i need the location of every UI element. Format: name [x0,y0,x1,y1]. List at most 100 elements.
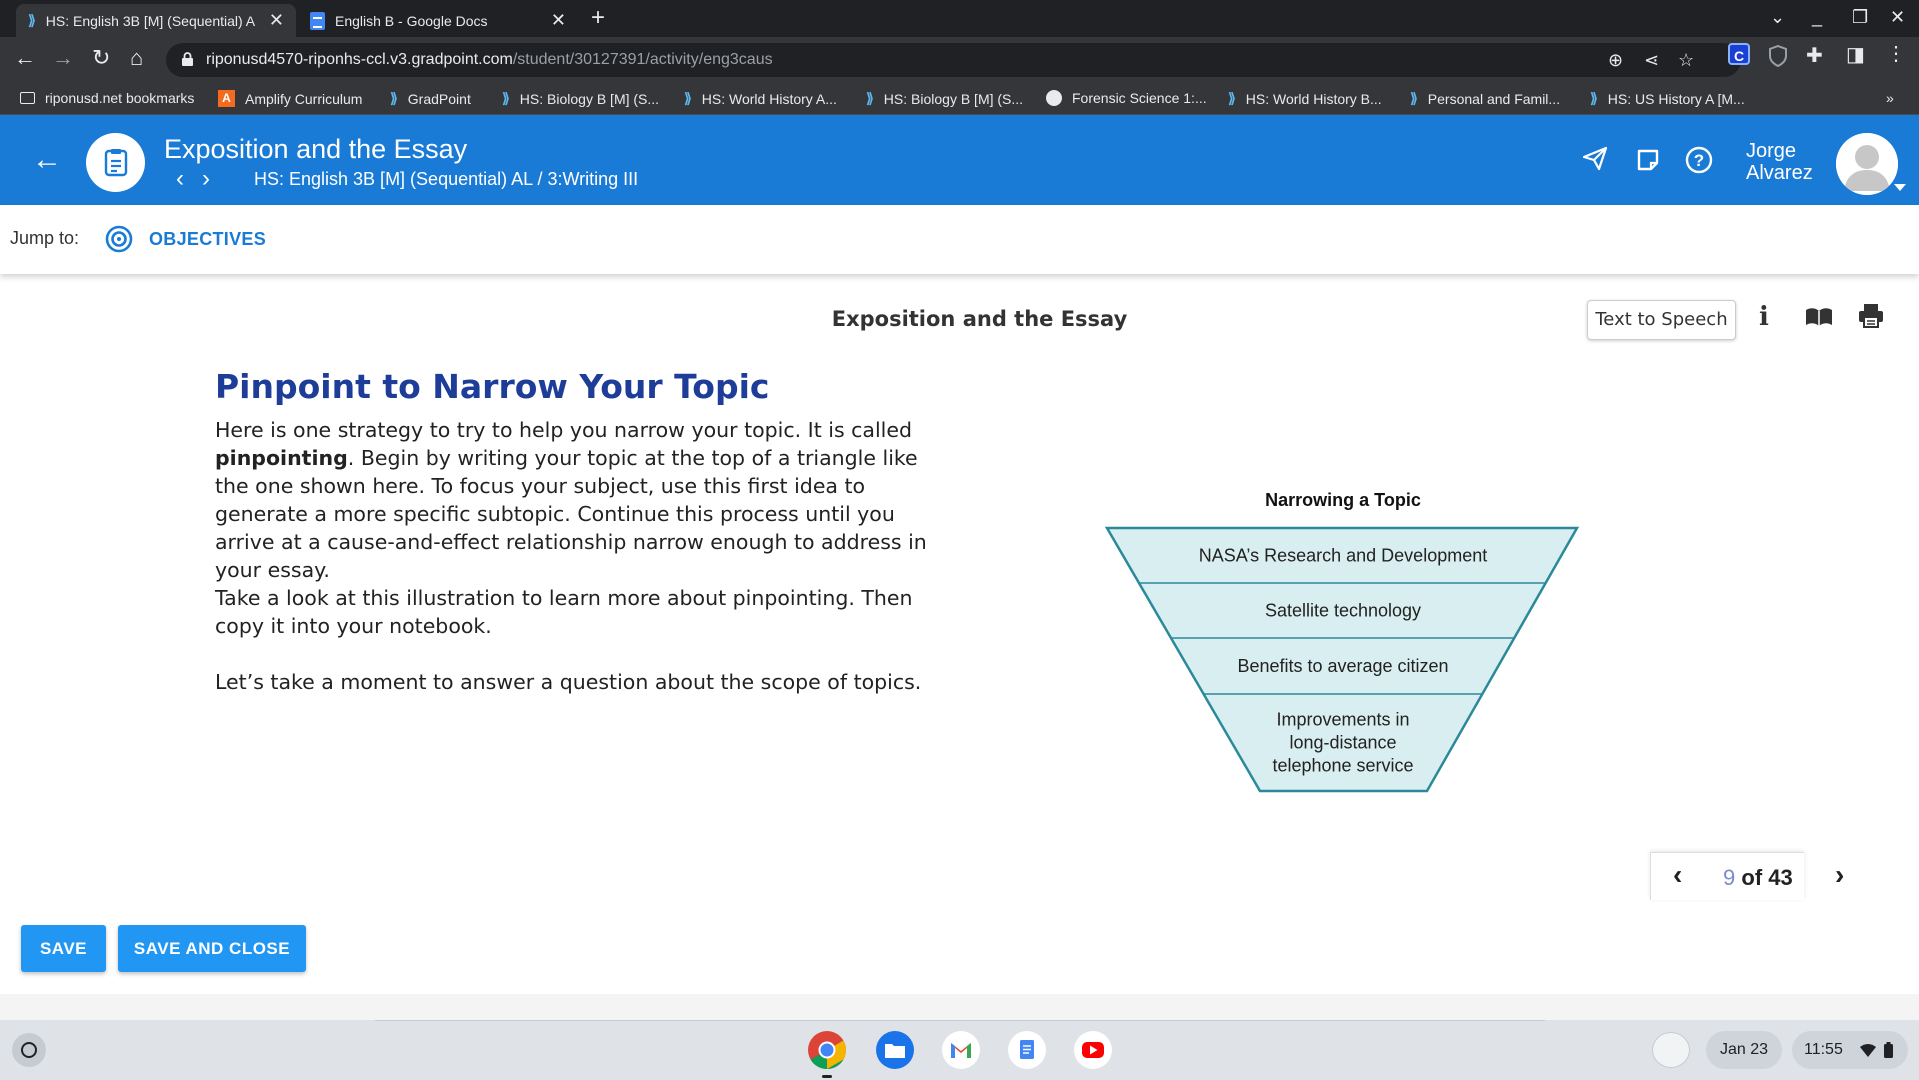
browser-tab-active[interactable]: ⟫ HS: English 3B [M] (Sequential) A ✕ [16,4,296,37]
send-icon[interactable] [1582,145,1608,171]
folder-icon [20,92,35,104]
chevron-left-icon[interactable]: ‹ [176,165,202,192]
user-first-name: Jorge [1746,140,1797,162]
shield-icon[interactable] [1768,45,1788,67]
paragraph-text: Here is one strategy to try to help you … [215,418,912,442]
status-tray[interactable]: 11:55 [1792,1031,1908,1069]
help-icon[interactable]: ? [1685,146,1713,174]
lesson-paragraph: Here is one strategy to try to help you … [215,416,935,584]
close-tab-icon[interactable]: ✕ [551,10,566,31]
target-icon[interactable] [104,224,134,254]
jump-to-bar: Jump to: OBJECTIVES [0,205,1919,274]
info-icon[interactable]: i [1759,302,1769,332]
objectives-link[interactable]: OBJECTIVES [149,229,266,250]
home-icon[interactable]: ⌂ [130,46,143,70]
bookmark-label: GradPoint [407,90,471,107]
url-host: riponusd4570-riponhs-ccl.v3.gradpoint.co… [206,51,513,68]
back-icon[interactable]: ← [14,46,36,70]
page-indicator: 9 of 43 [1723,865,1793,891]
bookmark-item[interactable]: ⟫ HS: Biology B [M] (S... [502,90,659,107]
bookmark-label: HS: US History A [M... [1607,90,1745,107]
gradpoint-icon: ⟫ [1590,90,1598,106]
save-and-close-button[interactable]: SAVE AND CLOSE [118,925,306,972]
text-to-speech-button[interactable]: Text to Speech [1587,300,1736,340]
avatar[interactable] [1836,133,1898,195]
launcher-icon[interactable] [12,1033,46,1067]
menu-kebab-icon[interactable]: ⋮ [1886,41,1906,66]
page-total: of 43 [1741,865,1793,890]
jump-to-label: Jump to: [10,228,80,248]
bookmark-item[interactable]: ⟫ GradPoint [390,90,471,107]
gradpoint-icon: ⟫ [1410,90,1418,106]
bookmark-item[interactable]: Forensic Science 1:... [1046,90,1207,106]
extension-c-icon[interactable]: C [1728,43,1750,65]
breadcrumb[interactable]: HS: English 3B [M] (Sequential) AL / 3:W… [254,169,638,190]
bookmark-item[interactable]: riponusd.net bookmarks [20,90,194,106]
bookmark-star-icon[interactable]: ☆ [1678,50,1694,71]
bookmark-label: Personal and Famil... [1427,90,1561,107]
close-tab-icon[interactable]: ✕ [269,10,284,31]
youtube-icon[interactable] [1073,1030,1113,1070]
share-icon[interactable]: ⋖ [1644,50,1659,71]
gradpoint-icon: ⟫ [28,12,36,28]
url-path: /student/30127391/activity/eng3caus [512,51,773,68]
date-tray[interactable]: Jan 23 [1706,1031,1782,1069]
gradpoint-icon: ⟫ [1228,90,1236,106]
glossary-book-icon[interactable] [1804,306,1834,328]
wifi-icon [1860,1044,1876,1057]
tab-title: English B - Google Docs [335,12,488,29]
restore-button[interactable]: ❐ [1852,7,1868,28]
next-page-chevron-icon[interactable]: › [1835,861,1844,889]
bookmark-label: HS: Biology B [M] (S... [519,90,660,107]
active-app-dot [822,1075,832,1078]
bookmark-item[interactable]: ⟫ HS: World History B... [1228,90,1382,107]
funnel: NASA’s Research and Development Satellite… [1104,526,1580,793]
funnel-level-label: Benefits to average citizen [1237,656,1448,676]
reload-icon[interactable]: ↻ [92,46,110,70]
content-footer [0,994,1919,1020]
forward-icon[interactable]: → [52,46,74,70]
clock-time: 11:55 [1804,1041,1843,1058]
extensions-puzzle-icon[interactable]: ✚ [1806,43,1823,68]
docs-icon[interactable] [1007,1030,1047,1070]
previous-page-chevron-icon[interactable]: ‹ [1673,861,1682,889]
bookmark-item[interactable]: ⟫ HS: World History A... [684,90,837,107]
user-name[interactable]: Jorge Alvarez [1746,140,1813,184]
browser-tab[interactable]: English B - Google Docs ✕ [298,4,578,37]
close-window-button[interactable]: ✕ [1890,7,1905,28]
bookmark-item[interactable]: ⟫ HS: US History A [M... [1590,90,1745,107]
globe-icon [1046,90,1062,106]
minimize-button[interactable]: _ [1812,7,1822,28]
bookmark-item[interactable]: ⟫ HS: Biology B [M] (S... [866,90,1023,107]
funnel-level-label: Satellite technology [1265,601,1421,621]
key-term: pinpointing [215,446,348,470]
funnel-level-label: Improvements in [1276,710,1409,730]
chrome-icon[interactable] [807,1030,847,1070]
side-panel-icon[interactable]: ◨ [1846,42,1865,67]
bookmark-item[interactable]: A Amplify Curriculum [218,90,362,107]
document-icon [104,149,128,177]
back-arrow-icon[interactable]: ← [32,145,62,175]
user-last-name: Alvarez [1746,162,1813,184]
print-icon[interactable] [1857,302,1885,330]
save-button[interactable]: SAVE [21,925,106,972]
activity-icon-badge [86,133,145,192]
lock-icon [182,52,193,66]
bookmarks-overflow-button[interactable]: » [1886,90,1894,106]
address-bar[interactable]: riponusd4570-riponhs-ccl.v3.gradpoint.co… [166,43,1741,77]
lesson-paragraph: Let’s take a moment to answer a question… [215,670,922,694]
gmail-icon[interactable] [941,1030,981,1070]
new-tab-button[interactable]: + [591,4,605,32]
bookmark-item[interactable]: ⟫ Personal and Famil... [1410,90,1560,107]
chevron-right-icon[interactable]: › [202,165,228,192]
tab-title: HS: English 3B [M] (Sequential) A [45,12,256,29]
user-menu-caret-icon[interactable] [1894,184,1906,191]
url-text: riponusd4570-riponhs-ccl.v3.gradpoint.co… [206,51,773,69]
zoom-icon[interactable]: ⊕ [1608,50,1623,71]
screenshot-thumbnail-icon[interactable] [1652,1032,1690,1068]
tab-search-icon[interactable]: ⌄ [1770,7,1785,28]
files-icon[interactable] [875,1030,915,1070]
bookmark-label: riponusd.net bookmarks [45,90,195,106]
google-docs-icon [310,11,325,30]
sticky-note-icon[interactable] [1636,148,1660,172]
